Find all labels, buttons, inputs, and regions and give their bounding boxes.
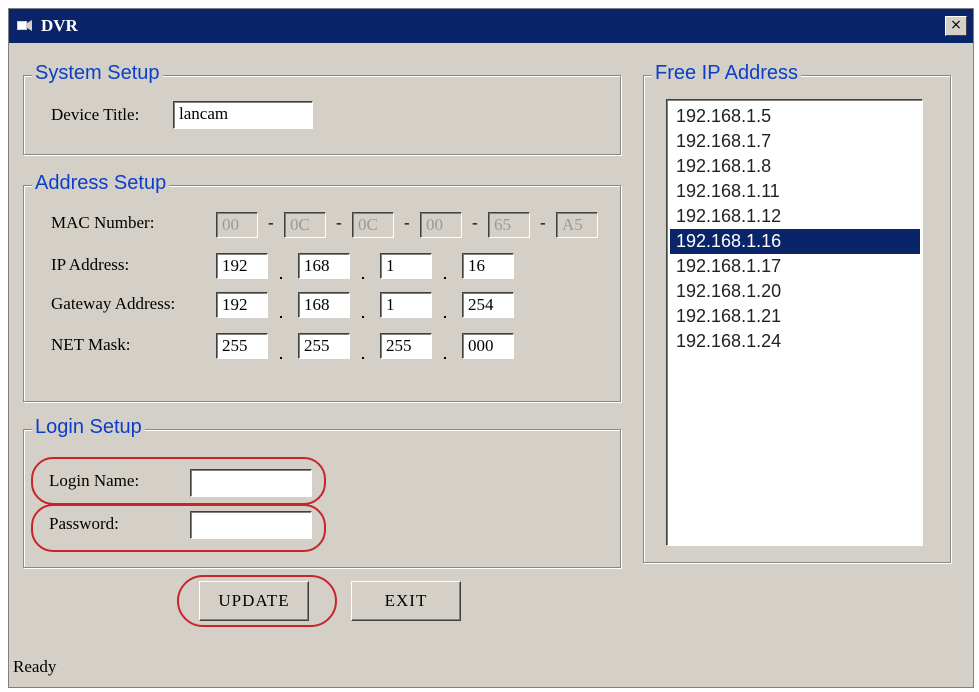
app-icon bbox=[17, 20, 32, 31]
mac-octet-6: A5 bbox=[556, 212, 598, 238]
mac-separator: - bbox=[540, 213, 546, 232]
ip-octet-3[interactable]: 1 bbox=[380, 253, 432, 279]
gateway-octet-4[interactable]: 254 bbox=[462, 292, 514, 318]
login-name-highlight bbox=[31, 457, 326, 505]
mac-octet-1: 00 bbox=[216, 212, 258, 238]
update-highlight bbox=[177, 575, 337, 627]
net-mask-label: NET Mask: bbox=[51, 335, 131, 354]
list-item[interactable]: 192.168.1.17 bbox=[670, 254, 920, 279]
ip-dot bbox=[362, 277, 364, 279]
netmask-octet-3[interactable]: 255 bbox=[380, 333, 432, 359]
gateway-dot bbox=[362, 316, 364, 318]
mac-separator: - bbox=[472, 213, 478, 232]
device-title-input[interactable]: lancam bbox=[173, 101, 313, 129]
gateway-dot bbox=[280, 316, 282, 318]
mac-separator: - bbox=[268, 213, 274, 232]
ip-octet-2[interactable]: 168 bbox=[298, 253, 350, 279]
netmask-octet-4[interactable]: 000 bbox=[462, 333, 514, 359]
ip-address-label: IP Address: bbox=[51, 255, 130, 274]
list-item[interactable]: 192.168.1.20 bbox=[670, 279, 920, 304]
mac-octet-5: 65 bbox=[488, 212, 530, 238]
netmask-octet-1[interactable]: 255 bbox=[216, 333, 268, 359]
list-item[interactable]: 192.168.1.12 bbox=[670, 204, 920, 229]
netmask-dot bbox=[280, 357, 282, 359]
ip-octet-1[interactable]: 192 bbox=[216, 253, 268, 279]
title-bar[interactable]: DVR × bbox=[9, 9, 973, 43]
address-setup-legend: Address Setup bbox=[32, 172, 170, 195]
device-title-label: Device Title: bbox=[51, 105, 140, 124]
gateway-octet-3[interactable]: 1 bbox=[380, 292, 432, 318]
mac-number-label: MAC Number: bbox=[51, 213, 155, 232]
ip-octet-4[interactable]: 16 bbox=[462, 253, 514, 279]
netmask-dot bbox=[444, 357, 446, 359]
list-item[interactable]: 192.168.1.7 bbox=[670, 129, 920, 154]
mac-separator: - bbox=[404, 213, 410, 232]
mac-octet-3: 0C bbox=[352, 212, 394, 238]
system-setup-legend: System Setup bbox=[32, 62, 163, 85]
password-highlight bbox=[31, 504, 326, 552]
status-text: Ready bbox=[13, 657, 57, 676]
ip-dot bbox=[444, 277, 446, 279]
list-item-selected[interactable]: 192.168.1.16 bbox=[670, 229, 920, 254]
dvr-window: DVR × System Setup Device Title: lancam … bbox=[8, 8, 974, 688]
gateway-dot bbox=[444, 316, 446, 318]
netmask-dot bbox=[362, 357, 364, 359]
exit-button[interactable]: EXIT bbox=[351, 581, 461, 621]
free-ip-legend: Free IP Address bbox=[652, 62, 802, 85]
gateway-address-label: Gateway Address: bbox=[51, 294, 176, 313]
close-button[interactable]: × bbox=[945, 16, 967, 36]
netmask-octet-2[interactable]: 255 bbox=[298, 333, 350, 359]
free-ip-list[interactable]: 192.168.1.5 192.168.1.7 192.168.1.8 192.… bbox=[666, 99, 923, 546]
window-title: DVR bbox=[41, 16, 78, 35]
mac-octet-2: 0C bbox=[284, 212, 326, 238]
list-item[interactable]: 192.168.1.5 bbox=[670, 104, 920, 129]
gateway-octet-1[interactable]: 192 bbox=[216, 292, 268, 318]
ip-dot bbox=[280, 277, 282, 279]
login-setup-legend: Login Setup bbox=[32, 416, 145, 439]
list-item[interactable]: 192.168.1.11 bbox=[670, 179, 920, 204]
mac-separator: - bbox=[336, 213, 342, 232]
list-item[interactable]: 192.168.1.24 bbox=[670, 329, 920, 354]
list-item[interactable]: 192.168.1.21 bbox=[670, 304, 920, 329]
gateway-octet-2[interactable]: 168 bbox=[298, 292, 350, 318]
mac-octet-4: 00 bbox=[420, 212, 462, 238]
list-item[interactable]: 192.168.1.8 bbox=[670, 154, 920, 179]
